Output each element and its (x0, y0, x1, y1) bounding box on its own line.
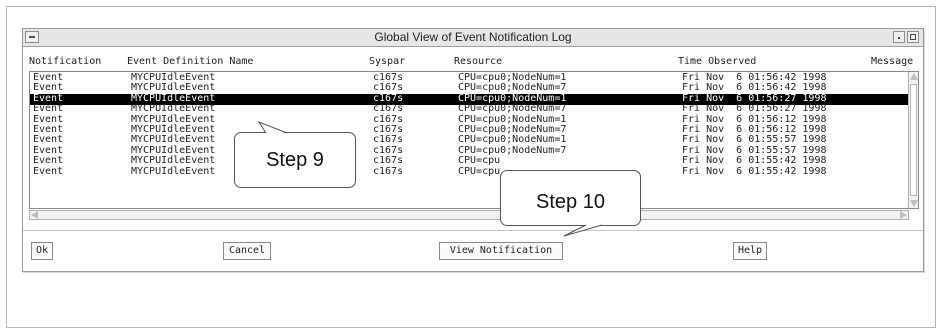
window-title: Global View of Event Notification Log (374, 30, 572, 44)
cell-notification: Event (33, 113, 64, 125)
cell-time-observed: Fri Nov 6 01:55:57 1998 (682, 134, 827, 146)
cell-event-definition-name: MYCPUIdleEvent (131, 165, 216, 177)
cell-event-definition-name: MYCPUIdleEvent (131, 82, 216, 94)
vertical-scroll-thumb[interactable] (910, 84, 917, 196)
cell-syspar: c167s (373, 134, 404, 146)
table-row[interactable]: Event MYCPUIdleEvent c167s CPU=cpu Fri Nov 6… (30, 165, 908, 178)
cell-notification: Event (33, 124, 64, 135)
step-10-callout: Step 10 (500, 170, 641, 226)
cell-syspar: c167s (373, 124, 404, 135)
cell-event-definition-name: MYCPUIdleEvent (131, 92, 216, 104)
scroll-up-icon[interactable] (910, 73, 918, 80)
cell-event-definition-name: MYCPUIdleEvent (131, 113, 216, 125)
cell-syspar: c167s (373, 72, 404, 83)
cell-resource: CPU=cpu0;NodeNum=1 (458, 92, 567, 104)
cell-syspar: c167s (373, 144, 404, 156)
button-divider (23, 230, 923, 231)
event-log-window: Global View of Event Notification Log No… (22, 28, 924, 272)
cell-syspar: c167s (373, 113, 404, 125)
cell-event-definition-name: MYCPUIdleEvent (131, 134, 216, 146)
cell-resource: CPU=cpu0;NodeNum=1 (458, 113, 567, 125)
column-header-message[interactable]: Message (871, 56, 913, 67)
cell-notification: Event (33, 103, 64, 115)
cell-resource: CPU=cpu (458, 165, 501, 177)
cell-notification: Event (33, 144, 64, 156)
cell-time-observed: Fri Nov 6 01:56:27 1998 (682, 92, 827, 104)
column-header-notification[interactable]: Notification (29, 56, 101, 67)
scroll-down-icon[interactable] (910, 200, 918, 207)
cell-resource: CPU=cpu0;NodeNum=7 (458, 82, 567, 94)
maximize-icon[interactable] (907, 31, 919, 43)
cell-event-definition-name: MYCPUIdleEvent (131, 72, 216, 83)
cell-notification: Event (33, 155, 64, 167)
cell-event-definition-name: MYCPUIdleEvent (131, 103, 216, 115)
cell-time-observed: Fri Nov 6 01:56:27 1998 (682, 103, 827, 115)
column-header-time-observed[interactable]: Time Observed (678, 56, 756, 67)
cell-time-observed: Fri Nov 6 01:56:42 1998 (682, 72, 827, 83)
horizontal-scrollbar[interactable] (29, 210, 909, 220)
cell-notification: Event (33, 82, 64, 94)
cell-time-observed: Fri Nov 6 01:55:57 1998 (682, 144, 827, 156)
cell-resource: CPU=cpu (458, 155, 501, 167)
cell-event-definition-name: MYCPUIdleEvent (131, 144, 216, 156)
cell-syspar: c167s (373, 165, 404, 177)
scroll-right-icon[interactable] (900, 211, 907, 219)
cell-resource: CPU=cpu0;NodeNum=1 (458, 134, 567, 146)
cell-time-observed: Fri Nov 6 01:56:12 1998 (682, 124, 827, 135)
cell-time-observed: Fri Nov 6 01:55:42 1998 (682, 155, 827, 167)
cell-event-definition-name: MYCPUIdleEvent (131, 155, 216, 167)
cell-notification: Event (33, 134, 64, 146)
cell-resource: CPU=cpu0;NodeNum=1 (458, 72, 567, 83)
column-header-resource[interactable]: Resource (454, 56, 502, 67)
cell-time-observed: Fri Nov 6 01:55:42 1998 (682, 165, 827, 177)
cell-notification: Event (33, 72, 64, 83)
cell-notification: Event (33, 165, 64, 177)
window-titlebar[interactable]: Global View of Event Notification Log (23, 29, 923, 47)
cell-syspar: c167s (373, 155, 404, 167)
scroll-left-icon[interactable] (31, 211, 38, 219)
column-header-event-definition-name[interactable]: Event Definition Name (127, 56, 253, 67)
column-header-syspar[interactable]: Syspar (369, 56, 405, 67)
cell-syspar: c167s (373, 103, 404, 115)
cell-syspar: c167s (373, 92, 404, 104)
view-notification-button[interactable]: View Notification (439, 242, 563, 260)
minimize-icon[interactable] (893, 31, 905, 43)
step-9-callout: Step 9 (234, 132, 356, 188)
cell-resource: CPU=cpu0;NodeNum=7 (458, 124, 567, 135)
cell-time-observed: Fri Nov 6 01:56:12 1998 (682, 113, 827, 125)
cell-syspar: c167s (373, 82, 404, 94)
cell-time-observed: Fri Nov 6 01:56:42 1998 (682, 82, 827, 94)
cell-resource: CPU=cpu0;NodeNum=7 (458, 103, 567, 115)
cell-notification: Event (33, 92, 64, 104)
cell-event-definition-name: MYCPUIdleEvent (131, 124, 216, 135)
notification-list[interactable]: Event MYCPUIdleEvent c167s CPU=cpu0;NodeNum… (29, 71, 919, 209)
cancel-button[interactable]: Cancel (223, 242, 271, 260)
ok-button[interactable]: Ok (31, 242, 53, 260)
help-button[interactable]: Help (733, 242, 767, 260)
vertical-scrollbar[interactable] (908, 72, 918, 208)
cell-resource: CPU=cpu0;NodeNum=7 (458, 144, 567, 156)
